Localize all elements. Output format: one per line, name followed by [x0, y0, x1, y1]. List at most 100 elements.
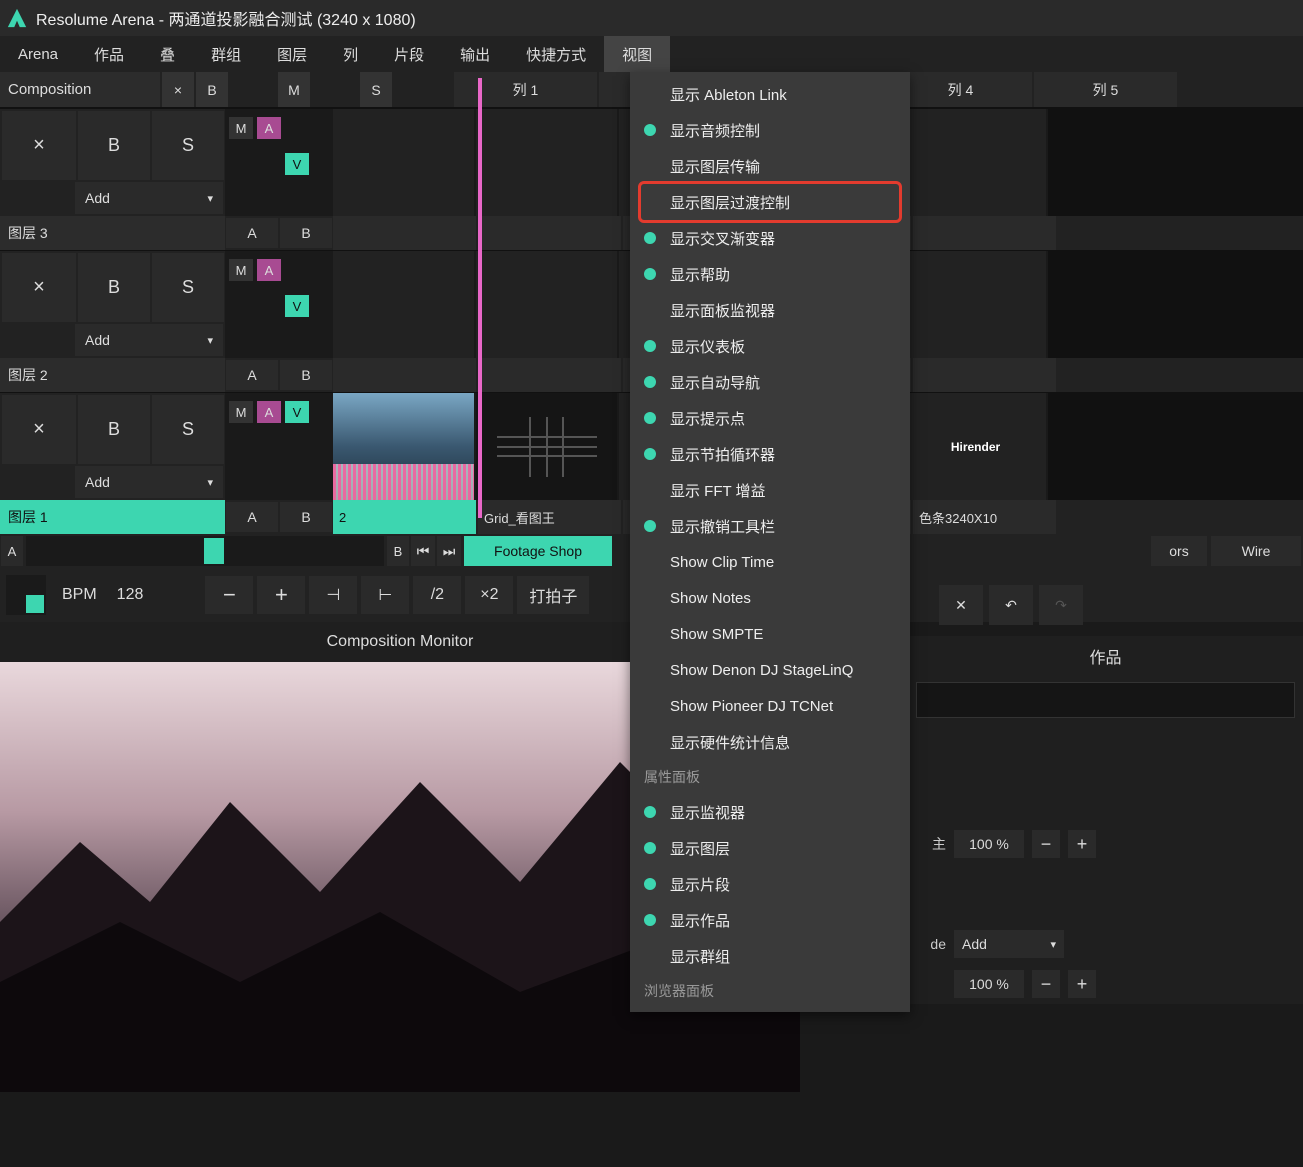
layer2-a-toggle[interactable]: A: [257, 259, 281, 281]
wire-tab[interactable]: Wire: [1211, 536, 1301, 566]
layer3-a-toggle[interactable]: A: [257, 117, 281, 139]
opacity-minus-button[interactable]: −: [1032, 970, 1060, 998]
layer3-clip-2[interactable]: [476, 109, 619, 216]
bpm-half-button[interactable]: /2: [413, 576, 461, 614]
column-tab-4[interactable]: 列 4: [889, 72, 1032, 107]
layer2-clip-5[interactable]: [905, 251, 1048, 358]
bpm-nudge-right[interactable]: ⊢: [361, 576, 409, 614]
menu-group[interactable]: 群组: [193, 36, 259, 72]
menu-view[interactable]: 视图: [604, 36, 670, 72]
view-menu-item-18[interactable]: 显示硬件统计信息: [630, 724, 910, 760]
mode-dropdown[interactable]: Add: [954, 930, 1064, 958]
master-minus-button[interactable]: −: [1032, 830, 1060, 858]
bpm-double-button[interactable]: ×2: [465, 576, 513, 614]
bpm-plus-button[interactable]: +: [257, 576, 305, 614]
layer3-m-toggle[interactable]: M: [229, 117, 253, 139]
view-menu-item-8[interactable]: 显示自动导航: [630, 364, 910, 400]
bpm-nudge-left[interactable]: ⊣: [309, 576, 357, 614]
fx-clear-icon[interactable]: ✕: [939, 585, 983, 625]
redo-icon[interactable]: ↷: [1039, 585, 1083, 625]
layer1-a-toggle[interactable]: A: [257, 401, 281, 423]
layer2-m-toggle[interactable]: M: [229, 259, 253, 281]
layer2-clipname-2[interactable]: [478, 358, 621, 392]
view-menu-item-12[interactable]: 显示撤销工具栏: [630, 508, 910, 544]
view-menu-item-11[interactable]: 显示 FFT 增益: [630, 472, 910, 508]
layer1-m-toggle[interactable]: M: [229, 401, 253, 423]
composition-clear-button[interactable]: ×: [162, 72, 194, 107]
layer2-bypass-button[interactable]: B: [78, 253, 150, 322]
layer3-cross-b[interactable]: B: [280, 218, 332, 248]
view-menu-prop-item-4[interactable]: 显示群组: [630, 938, 910, 974]
layer2-clipname-5[interactable]: [913, 358, 1056, 392]
opacity-plus-button[interactable]: +: [1068, 970, 1096, 998]
layer1-name[interactable]: 图层 1: [0, 500, 225, 534]
bpm-minus-button[interactable]: −: [205, 576, 253, 614]
composition-label[interactable]: Composition: [0, 72, 160, 107]
view-menu-prop-item-1[interactable]: 显示图层: [630, 830, 910, 866]
master-value[interactable]: 100 %: [954, 830, 1024, 858]
menu-shortcut[interactable]: 快捷方式: [508, 36, 604, 72]
footage-shop-button[interactable]: Footage Shop: [464, 536, 612, 566]
beat-indicator[interactable]: [6, 575, 46, 615]
view-menu-item-2[interactable]: 显示图层传输: [630, 148, 910, 184]
view-menu-prop-item-0[interactable]: 显示监视器: [630, 794, 910, 830]
view-menu-item-7[interactable]: 显示仪表板: [630, 328, 910, 364]
menu-composition[interactable]: 作品: [76, 36, 142, 72]
undo-icon[interactable]: ↶: [989, 585, 1033, 625]
layer3-clip-5[interactable]: [905, 109, 1048, 216]
layer2-name[interactable]: 图层 2: [0, 358, 225, 392]
crossfade-b-button[interactable]: B: [387, 536, 409, 566]
view-menu-item-14[interactable]: Show Notes: [630, 580, 910, 616]
layer2-clip-1[interactable]: [333, 251, 476, 358]
transport-prev-button[interactable]: ⏮: [411, 536, 435, 566]
column-tab-1[interactable]: 列 1: [454, 72, 597, 107]
menu-deck[interactable]: 叠: [142, 36, 193, 72]
view-menu-item-9[interactable]: 显示提示点: [630, 400, 910, 436]
view-menu-item-6[interactable]: 显示面板监视器: [630, 292, 910, 328]
layer3-cross-a[interactable]: A: [226, 218, 278, 248]
generators-tab[interactable]: ors: [1151, 536, 1207, 566]
view-menu-item-3[interactable]: 显示图层过渡控制: [630, 184, 910, 220]
layer2-clear-button[interactable]: ×: [2, 253, 76, 322]
layer1-bypass-button[interactable]: B: [78, 395, 150, 464]
layer1-v-toggle[interactable]: V: [285, 401, 309, 423]
layer2-cross-a[interactable]: A: [226, 360, 278, 390]
layer1-clear-button[interactable]: ×: [2, 395, 76, 464]
view-menu-item-10[interactable]: 显示节拍循环器: [630, 436, 910, 472]
view-menu-item-5[interactable]: 显示帮助: [630, 256, 910, 292]
composition-m-button[interactable]: M: [278, 72, 310, 107]
layer1-clip-2[interactable]: [476, 393, 619, 500]
transport-next-button[interactable]: ⏭: [437, 536, 461, 566]
menu-arena[interactable]: Arena: [0, 36, 76, 72]
menu-clip[interactable]: 片段: [376, 36, 442, 72]
menu-layer[interactable]: 图层: [259, 36, 325, 72]
layer2-solo-button[interactable]: S: [152, 253, 224, 322]
layer1-clip-1[interactable]: [333, 393, 476, 500]
view-menu-prop-item-3[interactable]: 显示作品: [630, 902, 910, 938]
composition-solo-button[interactable]: S: [360, 72, 392, 107]
layer2-v-toggle[interactable]: V: [285, 295, 309, 317]
menu-column[interactable]: 列: [325, 36, 376, 72]
layer2-clipname-1[interactable]: [333, 358, 476, 392]
layer1-clipname-2[interactable]: Grid_看图王: [478, 500, 621, 534]
bpm-tap-button[interactable]: 打拍子: [517, 576, 589, 614]
view-menu-item-17[interactable]: Show Pioneer DJ TCNet: [630, 688, 910, 724]
layer3-solo-button[interactable]: S: [152, 111, 224, 180]
layer2-cross-b[interactable]: B: [280, 360, 332, 390]
crossfade-handle[interactable]: [204, 538, 224, 564]
layer1-clip-5[interactable]: Hirender: [905, 393, 1048, 500]
layer1-clipname-1[interactable]: 2: [333, 500, 476, 534]
layer1-cross-b[interactable]: B: [280, 502, 332, 532]
view-menu-item-13[interactable]: Show Clip Time: [630, 544, 910, 580]
crossfade-track[interactable]: [26, 536, 384, 566]
layer1-clipname-5[interactable]: 色条3240X10: [913, 500, 1056, 534]
view-menu-item-16[interactable]: Show Denon DJ StageLinQ: [630, 652, 910, 688]
layer1-solo-button[interactable]: S: [152, 395, 224, 464]
layer3-clipname-2[interactable]: [478, 216, 621, 250]
bpm-value[interactable]: 128: [107, 586, 154, 604]
menu-output[interactable]: 输出: [442, 36, 508, 72]
layer3-name[interactable]: 图层 3: [0, 216, 225, 250]
layer3-clipname-5[interactable]: [913, 216, 1056, 250]
view-menu-item-15[interactable]: Show SMPTE: [630, 616, 910, 652]
crossfade-a-button[interactable]: A: [1, 536, 23, 566]
